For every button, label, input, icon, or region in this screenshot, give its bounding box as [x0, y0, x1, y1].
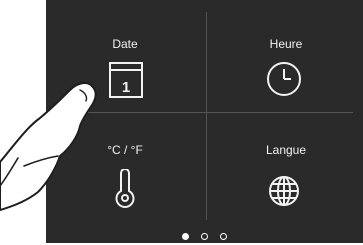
calendar-day-number: 1 — [122, 79, 130, 96]
vertical-divider — [206, 12, 207, 220]
units-tile[interactable]: °C / °F — [46, 113, 204, 221]
page-dot-1[interactable] — [181, 233, 189, 240]
globe-icon — [269, 176, 299, 206]
date-label: Date — [112, 37, 138, 51]
time-label: Heure — [269, 37, 303, 51]
settings-screen: Date 1 Heure °C / °F Langue — [46, 0, 363, 243]
time-tile[interactable]: Heure — [207, 0, 363, 108]
language-tile[interactable]: Langue — [207, 113, 363, 221]
units-label: °C / °F — [107, 143, 143, 157]
language-label: Langue — [265, 143, 307, 157]
clock-icon — [267, 62, 301, 96]
page-dot-2[interactable] — [201, 233, 208, 240]
page-dot-3[interactable] — [220, 233, 228, 240]
calendar-icon: 1 — [109, 62, 143, 98]
horizontal-divider — [56, 112, 353, 113]
thermometer-icon — [115, 169, 135, 208]
page-indicator[interactable] — [46, 227, 363, 240]
date-tile[interactable]: Date 1 — [46, 0, 204, 108]
